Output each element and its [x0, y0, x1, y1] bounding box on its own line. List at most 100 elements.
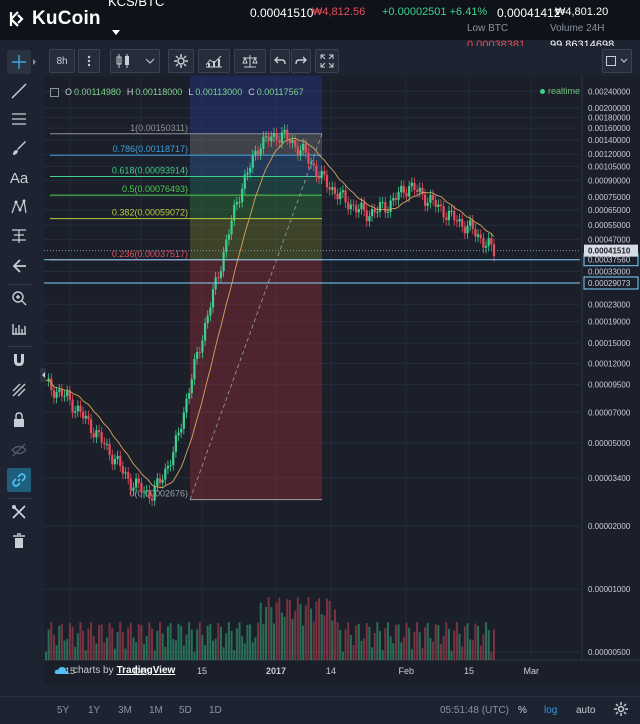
log-toggle[interactable]: log	[544, 705, 557, 716]
fib-band	[190, 155, 322, 177]
volume-bar	[471, 640, 474, 660]
fibonacci-icon[interactable]	[7, 224, 31, 248]
volume-bar	[416, 622, 419, 660]
legend-toggle-icon[interactable]	[50, 87, 59, 97]
candle-body	[60, 389, 64, 397]
volume-bar	[294, 610, 297, 660]
indicators-icon[interactable]	[198, 49, 230, 73]
volume-bar	[148, 622, 151, 660]
volume-bar	[307, 597, 310, 660]
hide-icon[interactable]	[7, 438, 31, 462]
interval-button[interactable]: 8h	[49, 49, 75, 73]
volume-bar	[190, 629, 193, 660]
candle-body	[325, 174, 329, 188]
candle-body	[188, 393, 191, 399]
pair-dropdown-icon[interactable]	[112, 30, 120, 35]
candle-body	[66, 390, 69, 396]
magnet-icon[interactable]	[7, 348, 31, 372]
candle-body	[233, 204, 236, 221]
tradingview-attribution[interactable]: charts by TradingView	[54, 665, 175, 676]
volume-bar	[153, 650, 156, 660]
crosshair-icon[interactable]	[7, 50, 31, 74]
low-label: L	[188, 87, 194, 97]
volume-bar	[458, 633, 461, 660]
volume-bar	[52, 634, 55, 660]
y-tick-label: 0.00240000	[588, 87, 631, 96]
tools-icon[interactable]	[7, 500, 31, 524]
volume-bar	[180, 625, 183, 660]
candle-body	[320, 170, 323, 179]
price-chart[interactable]: 0.00240000 0.002000000.00180000 0.00160000…	[44, 76, 640, 684]
volume-bar	[82, 630, 85, 660]
candle-body	[474, 228, 477, 237]
more-icon[interactable]	[78, 49, 100, 73]
range-5d[interactable]: 5D	[179, 705, 192, 716]
volume-bar	[461, 646, 464, 660]
tradingview-link[interactable]: TradingView	[117, 665, 176, 676]
zoom-icon[interactable]	[7, 286, 31, 310]
link-icon[interactable]	[7, 468, 31, 492]
brush-icon[interactable]	[7, 136, 31, 160]
volume-bar	[291, 618, 294, 660]
volume-bar	[124, 648, 127, 660]
candle-body	[97, 430, 101, 433]
redo-icon[interactable]	[291, 49, 311, 73]
settings-gear-icon[interactable]	[614, 702, 628, 716]
volume-bar	[156, 630, 159, 660]
candle-body	[193, 359, 196, 380]
fullscreen-icon[interactable]	[315, 49, 339, 73]
volume-bar	[413, 631, 416, 660]
trash-icon[interactable]	[7, 529, 31, 553]
candle-body	[323, 170, 326, 175]
flyout-arrow-icon[interactable]	[33, 59, 36, 65]
chart-type-button[interactable]	[110, 49, 160, 73]
volume-bar	[453, 630, 456, 660]
last-price: 0.00041510	[250, 6, 314, 20]
tool-divider	[8, 346, 32, 347]
gear-icon[interactable]	[168, 49, 194, 73]
color-swatch-icon[interactable]	[602, 49, 632, 73]
volume-bar	[45, 652, 47, 660]
horizontal-lines-icon[interactable]	[7, 107, 31, 131]
candle-body	[357, 209, 360, 213]
text-tool[interactable]: Aa	[7, 166, 31, 190]
pattern-icon[interactable]	[7, 195, 31, 219]
candle-body	[246, 172, 249, 175]
candle-body	[328, 187, 331, 190]
compare-icon[interactable]	[234, 49, 266, 73]
range-1y[interactable]: 1Y	[88, 705, 100, 716]
percent-toggle[interactable]: %	[518, 705, 527, 716]
volume-bar	[66, 638, 69, 660]
range-5y[interactable]: 5Y	[57, 705, 69, 716]
trend-line-icon[interactable]	[7, 79, 31, 103]
candle-body	[259, 148, 262, 155]
drawing-mode-icon[interactable]	[7, 378, 31, 402]
y-tick-label: 0.00090000	[588, 176, 631, 185]
arrow-icon[interactable]	[7, 254, 31, 278]
range-3m[interactable]: 3M	[118, 705, 132, 716]
range-1d[interactable]: 1D	[209, 705, 222, 716]
undo-icon[interactable]	[270, 49, 290, 73]
volume-bar	[174, 640, 177, 660]
fib-level-label: 0.786(0.00118717)	[113, 144, 188, 154]
range-1m[interactable]: 1M	[149, 705, 163, 716]
auto-toggle[interactable]: auto	[576, 705, 595, 716]
volume-bar	[474, 623, 477, 660]
candle-body	[100, 432, 103, 443]
volume-bar	[50, 622, 53, 660]
horizontal-line-label: 0.00029073	[588, 279, 631, 288]
candle-body	[280, 132, 284, 143]
collapse-sidebar-button[interactable]	[40, 368, 46, 382]
candle-body	[429, 195, 432, 203]
trading-pair[interactable]: KCS/BTC	[108, 0, 164, 9]
candle-body	[158, 478, 162, 483]
fib-level-label: 0.618(0.00093914)	[112, 165, 188, 175]
utc-clock[interactable]: 05:51:48 (UTC)	[440, 705, 509, 716]
volume-bar	[487, 629, 490, 660]
kucoin-logo[interactable]: KuCoin	[8, 8, 101, 30]
lock-icon[interactable]	[7, 408, 31, 432]
measure-icon[interactable]	[7, 316, 31, 340]
candle-body	[127, 472, 130, 479]
chart-area[interactable]: 0.00240000 0.00200000 0.00180000 0.00160000…	[44, 76, 640, 684]
volume-bar	[185, 634, 188, 660]
